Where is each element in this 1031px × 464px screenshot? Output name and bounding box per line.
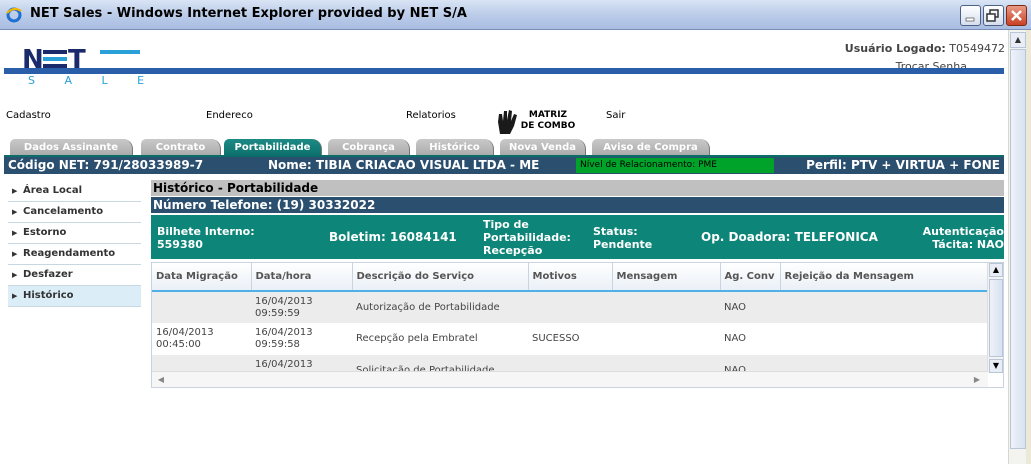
triangle-right-icon: ▶ (12, 271, 18, 279)
codigo-net: Código NET: 791/28033989-7 (8, 158, 204, 172)
col-mensagem[interactable]: Mensagem (612, 263, 721, 292)
sidebar-item-desfazer[interactable]: ▶ Desfazer (8, 265, 141, 286)
tipo-portabilidade: Tipo de Portabilidade: Recepção (483, 218, 571, 257)
cell-descricao: Recepção pela Embratel (356, 333, 478, 344)
hand-icon (498, 110, 517, 134)
sidebar: ▶ Área Local ▶ Cancelamento ▶ Estorno ▶ Reag… (8, 181, 141, 307)
menu-sair[interactable]: Sair (606, 110, 625, 121)
profile: Perfil: PTV + VIRTUA + FONE (806, 158, 1000, 172)
window-title: NET Sales - Windows Internet Explorer pr… (30, 6, 467, 21)
svg-text:S A L E S: S A L E S (28, 74, 146, 87)
cell-data-migracao (152, 291, 251, 323)
restore-icon (986, 9, 999, 22)
section-title: Histórico - Portabilidade (151, 180, 1004, 196)
relationship-level-badge: Nível de Relacionamento: PME (576, 158, 774, 173)
sidebar-item-area-local[interactable]: ▶ Área Local (8, 181, 141, 202)
customer-name: Nome: TIBIA CRIACAO VISUAL LTDA - ME (268, 158, 540, 172)
page-vertical-scrollbar[interactable]: ▲ (1008, 30, 1026, 464)
sidebar-item-historico[interactable]: ▶ Histórico (8, 286, 141, 307)
scroll-right-icon[interactable]: ▶ (970, 373, 984, 387)
col-data-hora[interactable]: Data/hora (251, 263, 353, 292)
triangle-right-icon: ▶ (12, 187, 18, 195)
table-row[interactable]: 16/04/2013 09:59:59 Autorização de Porta… (152, 291, 988, 323)
sidebar-item-cancelamento[interactable]: ▶ Cancelamento (8, 202, 141, 223)
status: Status: Pendente (593, 225, 653, 251)
maximize-button[interactable] (983, 5, 1004, 26)
grid-horizontal-scrollbar[interactable]: ◀ ▶ (152, 371, 988, 387)
scroll-left-icon[interactable]: ◀ (154, 373, 168, 387)
scroll-down-icon[interactable]: ▼ (989, 359, 1003, 373)
scroll-up-icon[interactable]: ▲ (1010, 32, 1026, 48)
page-scroll-thumb[interactable] (1010, 49, 1026, 449)
window-titlebar: NET Sales - Windows Internet Explorer pr… (0, 0, 1031, 30)
grid-scroll-thumb[interactable] (989, 279, 1003, 357)
triangle-right-icon: ▶ (12, 208, 18, 216)
cell-mensagem (612, 323, 720, 355)
cell-motivos: SUCESSO (532, 333, 580, 344)
ie-logo-icon (6, 7, 22, 23)
sidebar-item-reagendamento[interactable]: ▶ Reagendamento (8, 244, 141, 265)
triangle-right-icon: ▶ (12, 292, 18, 300)
triangle-right-icon: ▶ (12, 229, 18, 237)
col-ag-conv[interactable]: Ag. Conv (720, 263, 781, 292)
customer-info-bar: Código NET: 791/28033989-7 Nome: TIBIA C… (4, 157, 1004, 174)
sidebar-item-estorno[interactable]: ▶ Estorno (8, 223, 141, 244)
cell-mensagem (612, 291, 720, 323)
boletim: Boletim: 16084141 (329, 230, 457, 244)
col-motivos[interactable]: Motivos (528, 263, 613, 292)
minimize-icon (965, 17, 975, 22)
scroll-up-icon[interactable]: ▲ (989, 263, 1003, 277)
grid-vertical-scrollbar[interactable]: ▲ ▼ (987, 263, 1003, 373)
close-button[interactable] (1006, 5, 1027, 26)
bilhete-interno: Bilhete Interno: 559380 (157, 225, 255, 251)
history-grid: Data Migração Data/hora Descrição do Ser… (151, 262, 1004, 388)
cell-data-hora: 16/04/2013 09:59:59 (251, 291, 352, 323)
cell-descricao: Autorização de Portabilidade (352, 291, 528, 323)
cell-data-hora: 16/04/2013 09:59:58 (255, 327, 313, 350)
header-band (4, 68, 1004, 74)
col-descricao[interactable]: Descrição do Serviço (352, 263, 529, 292)
window-right-edge (1026, 30, 1031, 464)
history-table: Data Migração Data/hora Descrição do Ser… (152, 263, 988, 387)
col-data-migracao[interactable]: Data Migração (152, 263, 252, 292)
cell-ag-conv: NAO (724, 333, 747, 344)
triangle-right-icon: ▶ (12, 250, 18, 258)
col-rejeicao[interactable]: Rejeição da Mensagem (780, 263, 988, 292)
minimize-button[interactable] (960, 5, 981, 26)
matriz-label: MATRIZ DE COMBO (520, 110, 576, 131)
operadora-doadora: Op. Doadora: TELEFONICA (701, 230, 878, 244)
menu-relatorios[interactable]: Relatorios (406, 110, 456, 121)
cell-motivos (528, 291, 612, 323)
cell-data-migracao: 16/04/2013 00:45:00 (156, 327, 214, 350)
cell-rejeicao (780, 291, 988, 323)
table-row[interactable]: 16/04/2013 00:45:00 16/04/2013 09:59:58 … (152, 323, 988, 355)
autenticacao-tacita: Autenticação Tácita: NAO (922, 225, 1004, 251)
cell-rejeicao (780, 323, 988, 355)
net-sales-logo: N T S A L E S (20, 45, 146, 87)
content: Histórico - Portabilidade Número Telefon… (151, 180, 1004, 388)
menu-cadastro[interactable]: Cadastro (6, 110, 51, 121)
user-id: T0549472 (949, 42, 1005, 55)
matriz-combo-button[interactable]: MATRIZ DE COMBO (492, 108, 582, 138)
cell-ag-conv: NAO (720, 291, 780, 323)
user-label: Usuário Logado: (844, 42, 946, 55)
portability-details: Bilhete Interno: 559380 Boletim: 16084141… (151, 215, 1004, 259)
phone-number-bar: Número Telefone: (19) 30332022 (151, 197, 1004, 213)
menu-endereco[interactable]: Endereco (206, 110, 253, 121)
close-icon (1011, 10, 1022, 21)
